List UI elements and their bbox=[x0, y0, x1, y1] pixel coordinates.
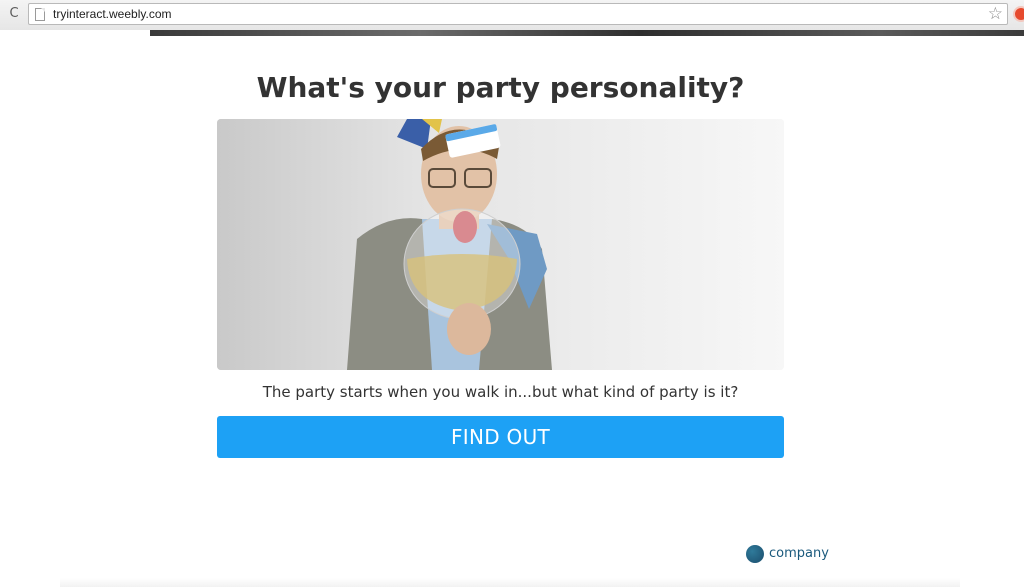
quiz-title: What's your party personality? bbox=[256, 71, 745, 104]
page-icon bbox=[35, 8, 45, 21]
page-footer-shadow bbox=[60, 578, 960, 587]
find-out-button[interactable]: FIND OUT bbox=[217, 416, 784, 458]
reload-icon[interactable]: C bbox=[6, 6, 22, 22]
header-photo-strip bbox=[0, 30, 1024, 36]
quiz-subtitle: The party starts when you walk in...but … bbox=[262, 383, 739, 401]
company-logo-icon bbox=[746, 545, 764, 563]
bookmark-star-icon[interactable]: ☆ bbox=[988, 4, 1003, 24]
company-label: company bbox=[769, 546, 829, 561]
company-branding-link[interactable]: company bbox=[746, 544, 829, 564]
address-bar[interactable]: tryinteract.weebly.com ☆ bbox=[28, 3, 1008, 25]
quiz-cover-image bbox=[217, 119, 784, 370]
browser-toolbar: C tryinteract.weebly.com ☆ bbox=[0, 0, 1024, 30]
url-text[interactable]: tryinteract.weebly.com bbox=[53, 7, 171, 22]
extension-icon[interactable] bbox=[1013, 6, 1024, 22]
